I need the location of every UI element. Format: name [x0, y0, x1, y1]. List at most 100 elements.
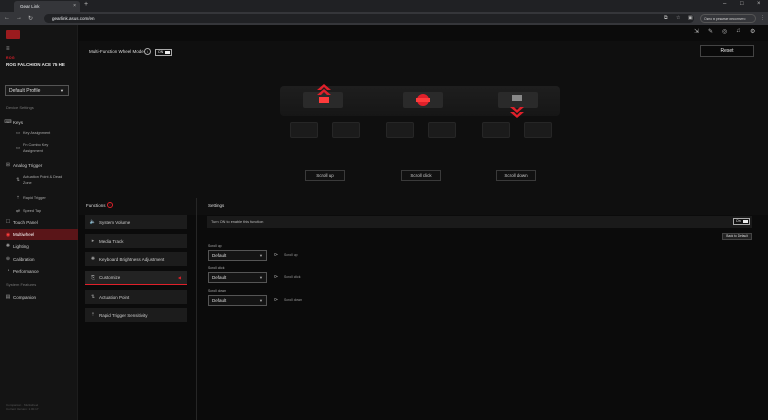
sidebar-item-rapid-trigger[interactable]: ⇡ Rapid Trigger: [0, 193, 78, 203]
scroll-down-button[interactable]: Scroll down: [496, 170, 536, 181]
function-rapid-trigger-sensitivity[interactable]: ⇡ Rapid Trigger Sensitivity: [85, 308, 187, 322]
sidebar-item-actuation[interactable]: ⇅ Actuation Point & Dead Zone: [0, 173, 78, 187]
setting-label: Scroll down: [208, 289, 227, 293]
info-icon[interactable]: !: [107, 202, 113, 208]
bookmark-icon[interactable]: ☆: [676, 15, 680, 21]
scroll-down-select[interactable]: Default ▼: [208, 295, 267, 306]
gear-icon[interactable]: ⚙: [750, 28, 755, 35]
browser-tab-strip: Gear Link × + – □ ×: [0, 0, 768, 12]
wheel-icon: ◉: [5, 231, 11, 238]
enable-toggle[interactable]: On: [733, 218, 750, 225]
new-tab-icon[interactable]: +: [84, 1, 88, 8]
sidebar-item-analog-trigger[interactable]: ⊞ Analog Trigger: [0, 160, 78, 170]
key-graphic: [290, 122, 318, 138]
arrow-right-icon: ⊳: [274, 252, 279, 258]
translate-icon[interactable]: ⧉: [664, 15, 668, 21]
key-graphic: [428, 122, 456, 138]
function-keyboard-brightness[interactable]: ✺ Keyboard Brightness Adjustment: [85, 252, 187, 266]
volume-icon: 🔈: [89, 219, 97, 225]
scroll-up-arrow-icon: [317, 84, 331, 103]
close-icon[interactable]: ×: [73, 3, 76, 9]
chevron-down-icon: ▼: [259, 275, 263, 280]
setting-result: Scroll up: [284, 253, 298, 257]
browser-tab[interactable]: Gear Link ×: [14, 1, 80, 12]
scroll-up-button[interactable]: Scroll up: [305, 170, 345, 181]
minimize-icon[interactable]: –: [723, 1, 726, 7]
functions-title: Functions: [86, 203, 106, 208]
sidebar-item-speed-tap[interactable]: ⇄ Speed Tap: [0, 206, 78, 216]
close-window-icon[interactable]: ×: [757, 1, 761, 7]
extensions-icon[interactable]: ▣: [688, 15, 693, 21]
sidebar-item-touch-panel[interactable]: ☐ Touch Panel: [0, 217, 78, 227]
rapid-icon: ⇡: [90, 312, 96, 318]
enable-row: Turn ON to enable this function: [207, 216, 752, 228]
scroll-down-arrow-icon: [510, 95, 524, 118]
brand-label: ROG: [6, 56, 15, 60]
key-graphic: [524, 122, 552, 138]
selected-indicator-icon: ◀: [177, 275, 181, 280]
function-customize[interactable]: ⎘ Customize ◀: [85, 271, 187, 285]
sidebar-item-lighting[interactable]: ✺ Lighting: [0, 241, 78, 251]
scroll-click-icon: [416, 94, 430, 106]
back-to-default-button[interactable]: Back to Default: [722, 233, 752, 240]
function-media-track[interactable]: ▸ Media Track: [85, 234, 187, 248]
key-icon: ▭: [15, 130, 21, 135]
section-label: Device Settings: [6, 105, 34, 110]
version-info: Companion · Multiwheel Current Version: …: [6, 403, 39, 411]
setting-result: Scroll down: [284, 298, 303, 302]
maximize-icon[interactable]: □: [740, 1, 744, 7]
hamburger-icon[interactable]: ≡: [6, 46, 10, 52]
notification-icon[interactable]: ♫: [736, 28, 741, 34]
customize-icon: ⎘: [90, 274, 95, 281]
combo-icon: ▭: [15, 145, 21, 150]
key-graphic: [386, 122, 414, 138]
edit-icon[interactable]: ✎: [708, 28, 713, 35]
profile-select[interactable]: Default Profile ▼: [5, 85, 69, 96]
divider: [196, 198, 197, 420]
sidebar-item-multiwheel[interactable]: ◉ Multiwheel: [0, 229, 78, 240]
keyboard-icon: ⌨: [4, 119, 12, 125]
incognito-badge[interactable]: Окно в режиме инкогнито: [700, 14, 756, 23]
key-graphic: [482, 122, 510, 138]
function-system-volume[interactable]: 🔈 System Volume: [85, 215, 187, 229]
sidebar-item-companion[interactable]: ▤ Companion: [0, 292, 78, 302]
forward-icon[interactable]: →: [16, 15, 22, 21]
arrow-right-icon: ⊳: [274, 274, 279, 280]
browser-toolbar: ← → ↻ gearlink.asus.com/en ⧉ ☆ ▣ Окно в …: [0, 12, 768, 25]
brightness-icon: ✺: [90, 256, 96, 262]
mode-toggle[interactable]: ON: [155, 49, 172, 56]
light-icon: ✺: [5, 243, 11, 249]
actuation-icon: ⇅: [16, 177, 20, 182]
sidebar-item-key-assignment[interactable]: ▭ Key Assignment: [0, 128, 78, 138]
menu-icon[interactable]: ⋮: [760, 15, 765, 21]
rapid-icon: ⇡: [16, 195, 20, 200]
back-icon[interactable]: ←: [4, 15, 10, 21]
key-graphic: [332, 122, 360, 138]
eye-icon[interactable]: ◎: [722, 28, 727, 35]
chevron-down-icon: ▼: [60, 88, 64, 93]
performance-icon: ◔: [6, 268, 10, 274]
reload-icon[interactable]: ↻: [28, 15, 33, 22]
setting-result: Scroll click: [284, 275, 301, 279]
setting-label: Scroll click: [208, 266, 225, 270]
url-text: gearlink.asus.com/en: [52, 16, 95, 21]
scroll-up-select[interactable]: Default ▼: [208, 250, 267, 261]
settings-title: Settings: [208, 203, 225, 208]
scroll-click-select[interactable]: Default ▼: [208, 272, 267, 283]
keyboard-preview-panel: [79, 41, 768, 215]
address-bar[interactable]: gearlink.asus.com/en: [44, 14, 694, 23]
info-icon[interactable]: i: [144, 48, 151, 55]
section-label: System Features: [6, 282, 37, 287]
actuation-icon: ⇅: [90, 294, 96, 300]
function-actuation-point[interactable]: ⇅ Actuation Point: [85, 290, 187, 304]
sidebar-item-keys[interactable]: ⌨ Keys: [0, 117, 78, 127]
touch-icon: ☐: [5, 219, 11, 225]
media-icon: ▸: [91, 238, 95, 244]
sidebar-item-fn-combo[interactable]: ▭ Fn Combo Key Assignment: [0, 141, 78, 155]
reset-button[interactable]: Reset: [700, 45, 754, 57]
sidebar-item-calibration[interactable]: ⊕ Calibration: [0, 254, 78, 264]
scroll-click-button[interactable]: Scroll click: [401, 170, 441, 181]
import-icon[interactable]: ⇲: [694, 28, 699, 35]
sidebar-item-performance[interactable]: ◔ Performance: [0, 266, 78, 276]
rog-logo-icon: [6, 30, 20, 39]
